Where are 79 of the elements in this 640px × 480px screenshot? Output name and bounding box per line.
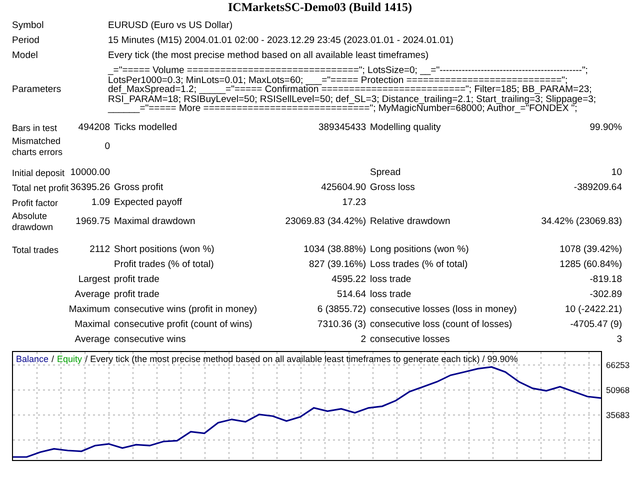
stat-label: Bars in test bbox=[12, 122, 58, 134]
stat-label: loss trade bbox=[370, 289, 412, 302]
stat-label: Gross loss bbox=[370, 182, 415, 194]
stat-value: 1969.75 bbox=[76, 216, 110, 228]
stat-label: Expected payoff bbox=[114, 197, 182, 210]
stat-label: profit trade bbox=[114, 289, 160, 302]
stat-value: 827 (39.16%) bbox=[308, 259, 366, 272]
stat-value: 3 bbox=[616, 334, 622, 346]
stat-value: 494208 bbox=[78, 122, 110, 134]
stat-value: -302.89 bbox=[590, 289, 622, 302]
field-label: Parameters bbox=[12, 84, 62, 96]
stat-label: Profit factor bbox=[12, 198, 60, 209]
field-label: Model bbox=[12, 50, 39, 62]
stat-value: 6 (3855.72) bbox=[317, 304, 366, 316]
stat-value: Largest bbox=[78, 274, 110, 286]
legend-separator: / bbox=[52, 352, 54, 365]
y-axis-tick-label: 66253 bbox=[606, 360, 630, 370]
stat-value: Maximal bbox=[74, 319, 110, 332]
legend-label: Balance bbox=[16, 352, 49, 365]
legend-label: Equity bbox=[57, 352, 82, 365]
stat-label: consecutive wins bbox=[114, 334, 186, 346]
stat-value: 1.09 bbox=[92, 197, 110, 210]
stat-label: Relative drawdown bbox=[370, 216, 450, 228]
field-value: 15 Minutes (M15) 2004.01.01 02:00 - 2023.12.29 23:45 (2023.01.01 - 2024.01.01) bbox=[108, 35, 454, 47]
stat-label: consecutive wins (profit in money) bbox=[114, 304, 258, 316]
stat-value: 1078 (39.42%) bbox=[560, 244, 622, 256]
stat-label: Modelling quality bbox=[370, 122, 441, 134]
stat-value: 34.42% (23069.83) bbox=[541, 216, 622, 228]
stat-label: Maximal drawdown bbox=[114, 216, 196, 228]
legend-text: / Every tick (the most precise method based on all available least timeframes to generate each tick) / 99.90% bbox=[85, 352, 518, 365]
stat-value: Average bbox=[74, 334, 110, 346]
stat-label: profit trade bbox=[114, 274, 160, 286]
stat-label: Spread bbox=[370, 167, 401, 180]
stat-value: 0 bbox=[104, 140, 110, 153]
stat-label: Gross profit bbox=[114, 182, 164, 194]
stat-label: Total net profit bbox=[12, 182, 70, 194]
stat-label: Long positions (won %) bbox=[370, 244, 469, 256]
stat-label: consecutive losses bbox=[370, 334, 450, 346]
stat-value: 17.23 bbox=[342, 197, 366, 210]
field-value: EURUSD (Euro vs US Dollar) bbox=[108, 20, 234, 32]
stat-value: 10 (-2422.21) bbox=[564, 304, 622, 316]
stat-value: 36395.26 bbox=[70, 182, 110, 194]
stat-value: -4705.47 (9) bbox=[570, 319, 622, 332]
field-value: Every tick (the most precise method based on all available least timeframes) bbox=[108, 50, 430, 62]
stat-label: Absolute drawdown bbox=[12, 210, 54, 233]
stat-value: -389209.64 bbox=[574, 182, 622, 194]
stat-value: -819.18 bbox=[590, 274, 622, 286]
stat-label: Profit trades (% of total) bbox=[114, 259, 214, 272]
y-axis-tick-label: 35683 bbox=[606, 410, 630, 420]
stat-label: Loss trades (% of total) bbox=[370, 259, 468, 272]
stat-label: consecutive losses (loss in money) bbox=[370, 304, 517, 316]
stat-value: 99.90% bbox=[590, 122, 622, 134]
stat-value: Average bbox=[74, 289, 110, 302]
stat-value: 2112 bbox=[90, 244, 110, 256]
stat-value: 7310.36 (3) bbox=[317, 319, 366, 332]
field-label: Period bbox=[12, 35, 40, 47]
stat-label: loss trade bbox=[370, 274, 412, 286]
stat-label: consecutive loss (count of losses) bbox=[370, 319, 512, 332]
stat-value: 4595.22 bbox=[332, 274, 366, 286]
stat-value: 23069.83 (34.42%) bbox=[285, 216, 366, 228]
parameters-text: _="===== Volume ==============================="; LotsSize=0; __="---------------------------------------------"; LotsPer1000=0.3; MinLots=0.01; MaxLots=60; ___="===== Protection ============================"; def_MaxSpread=1.2; _____="===== Confirmation =========================="; Filter=185; BB_PARAM=23; RSI_PARAM=18; RSIBuyLevel=50; RSISellLevel=50; def_SL=3; Distance_trailing=2.1; Start_trailing=3; Slippage=3; ______="===== More =============================="; MyMagicNumber=68000; Author_="FONDEX "; bbox=[108, 65, 598, 115]
stat-value: 425604.90 bbox=[321, 182, 366, 194]
y-axis-tick-label: 50968 bbox=[606, 384, 630, 395]
stat-value: 514.64 bbox=[336, 289, 366, 302]
stat-value: Maximum bbox=[68, 304, 110, 316]
stat-label: Mismatched charts errors bbox=[12, 136, 64, 158]
stat-value: 1285 (60.84%) bbox=[560, 259, 622, 272]
stat-label: Short positions (won %) bbox=[114, 244, 214, 256]
stat-value: 2 bbox=[360, 334, 366, 346]
stat-label: Total trades bbox=[12, 244, 60, 256]
stat-value: 389345433 bbox=[318, 122, 366, 134]
report-title: ICMarketsSC-Demo03 (Build 1415) bbox=[228, 0, 412, 14]
stat-label: Initial deposit bbox=[12, 168, 66, 179]
stat-value: 1034 (38.88%) bbox=[304, 244, 366, 256]
stat-label: consecutive profit (count of wins) bbox=[114, 319, 252, 332]
field-label: Symbol bbox=[12, 20, 45, 32]
stat-label: Ticks modelled bbox=[114, 122, 178, 134]
stat-value: 10 bbox=[611, 167, 622, 180]
stat-value: 10000.00 bbox=[70, 167, 110, 180]
